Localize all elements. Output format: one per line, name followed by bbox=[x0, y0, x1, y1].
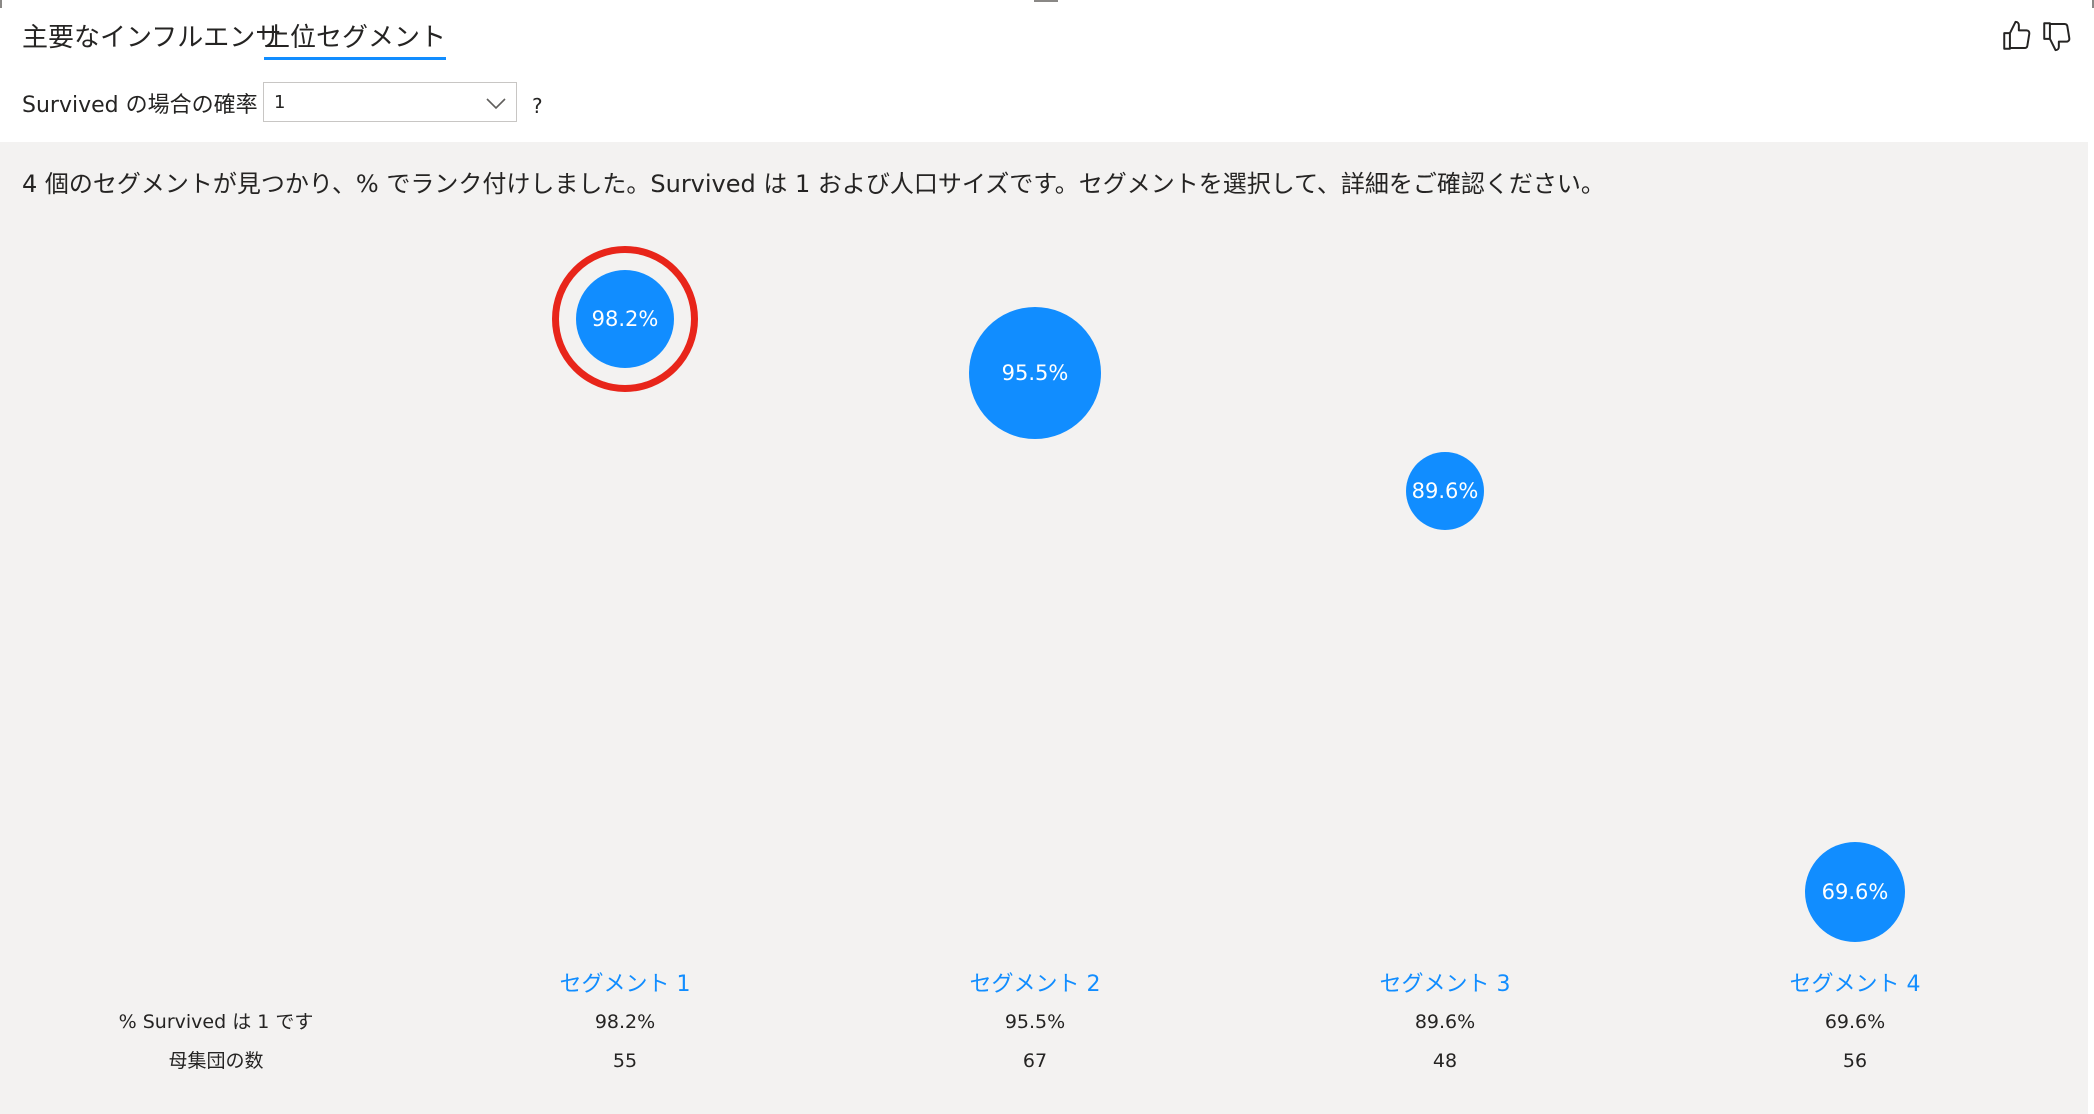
segment-1-bubble[interactable]: 98.2% bbox=[576, 270, 674, 368]
segment-3-population: 48 bbox=[1432, 1050, 1458, 1072]
help-icon[interactable]: ? bbox=[532, 92, 543, 120]
segment-1-percent: 98.2% bbox=[594, 1011, 656, 1033]
resize-handle-top[interactable] bbox=[1034, 0, 1058, 2]
segment-2-link[interactable]: セグメント 2 bbox=[885, 970, 1185, 1000]
segment-bubble-chart: 98.2% 95.5% 89.6% 69.6% bbox=[0, 142, 2088, 1114]
corner-mark-left bbox=[0, 0, 2, 8]
segment-2-population: 67 bbox=[1022, 1050, 1048, 1072]
segment-1-link[interactable]: セグメント 1 bbox=[475, 970, 775, 1000]
tab-top-segments[interactable]: 上位セグメント bbox=[264, 18, 447, 64]
segment-4-bubble[interactable]: 69.6% bbox=[1804, 841, 1906, 943]
segment-4-population: 56 bbox=[1842, 1050, 1868, 1072]
segment-4-link[interactable]: セグメント 4 bbox=[1705, 970, 2005, 1000]
segment-1-population: 55 bbox=[612, 1050, 638, 1072]
tab-key-influencers[interactable]: 主要なインフルエンサ bbox=[22, 18, 281, 64]
segment-4-percent: 69.6% bbox=[1824, 1011, 1886, 1033]
row-label-population: 母集団の数 bbox=[168, 1050, 264, 1072]
segment-3-link[interactable]: セグメント 3 bbox=[1295, 970, 1595, 1000]
row-label-percent: % Survived は 1 です bbox=[118, 1011, 314, 1033]
thumbs-down-icon[interactable] bbox=[2040, 18, 2074, 54]
segment-3-percent: 89.6% bbox=[1414, 1011, 1476, 1033]
probability-label: Survived の場合の確率 bbox=[22, 93, 258, 118]
segments-panel: 4 個のセグメントが見つかり、% でランク付けしました。Survived は 1… bbox=[0, 142, 2088, 1114]
thumbs-up-icon[interactable] bbox=[2000, 18, 2034, 54]
segment-2-bubble[interactable]: 95.5% bbox=[969, 307, 1101, 440]
probability-dropdown[interactable]: 1 bbox=[263, 82, 517, 122]
segment-2-percent: 95.5% bbox=[1004, 1011, 1066, 1033]
chevron-down-icon bbox=[486, 98, 506, 110]
segment-3-bubble[interactable]: 89.6% bbox=[1406, 452, 1484, 531]
probability-selected-value: 1 bbox=[274, 92, 286, 113]
